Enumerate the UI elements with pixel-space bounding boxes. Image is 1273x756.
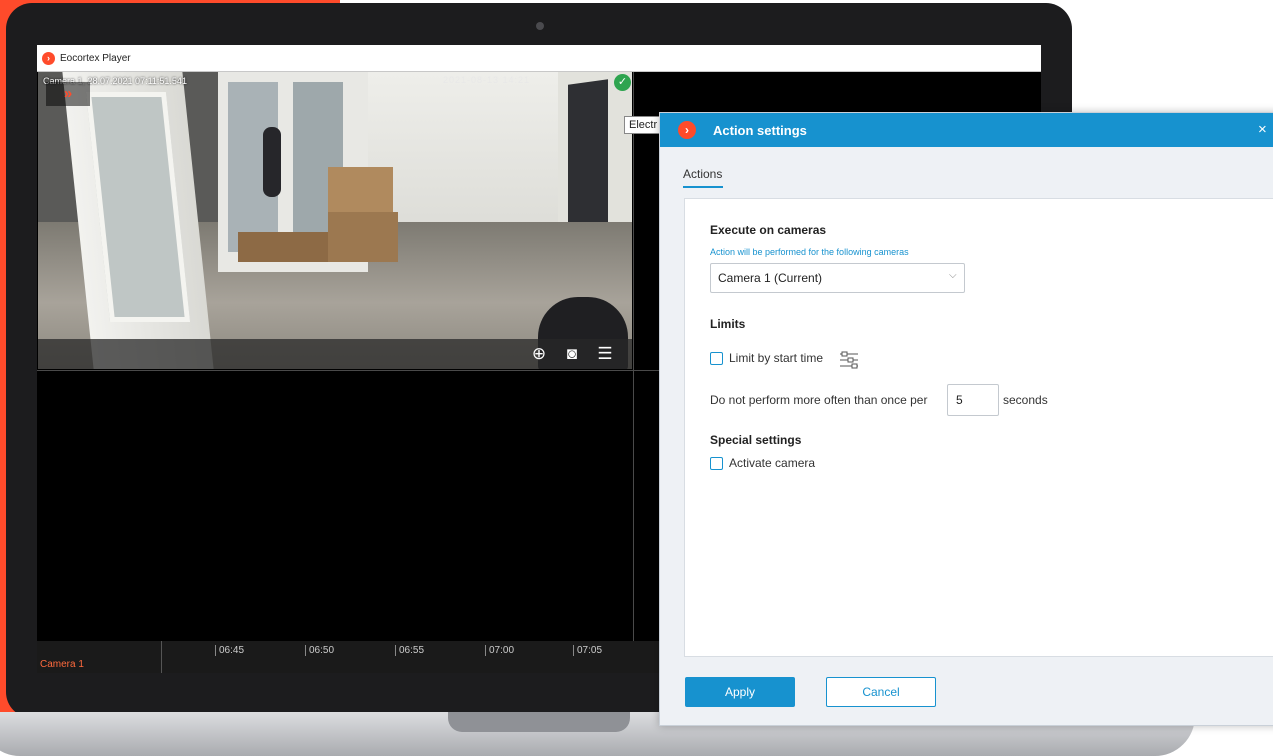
execute-hint: Action will be performed for the followi… [710, 247, 909, 257]
timeline-camera-label[interactable]: Camera 1 [40, 659, 84, 670]
snapshot-icon[interactable]: ◙ [561, 342, 583, 366]
timeline-divider [161, 641, 162, 673]
action-settings-dialog: › Action settings × Actions Execute on c… [659, 112, 1273, 726]
zoom-in-icon[interactable]: ⊕ [528, 342, 550, 366]
scene-cardboard-box [328, 212, 398, 262]
activate-camera-label[interactable]: Activate camera [729, 456, 815, 470]
expand-panel-button[interactable]: » [46, 82, 90, 106]
tab-actions[interactable]: Actions [683, 167, 722, 181]
camera-tooltip: Electr [624, 116, 663, 134]
camera-select[interactable]: Camera 1 (Current) ⌵ [710, 263, 965, 293]
tile-divider-vertical [633, 72, 634, 673]
frequency-value: 5 [956, 393, 963, 407]
frequency-unit: seconds [1003, 393, 1048, 407]
apply-button[interactable]: Apply [685, 677, 795, 707]
close-icon[interactable]: × [1258, 121, 1267, 139]
camera-toolbar: ⊕ ◙ ☰ [38, 339, 632, 369]
timeline-tick: 06:45 [215, 645, 244, 656]
camera-osd-timestamp: 2021-08-13 14:21 [443, 75, 531, 85]
timeline-tick: 06:50 [305, 645, 334, 656]
laptop-webcam [536, 22, 544, 30]
limits-heading: Limits [710, 317, 746, 331]
scene-cardboard-box [328, 167, 393, 212]
frequency-input[interactable]: 5 [947, 384, 999, 416]
schedule-settings-icon[interactable] [838, 349, 860, 371]
tab-active-indicator [683, 186, 723, 188]
eocortex-logo-icon: › [42, 51, 55, 65]
activate-camera-checkbox[interactable] [710, 457, 723, 470]
timeline-tick: 07:05 [573, 645, 602, 656]
special-settings-heading: Special settings [710, 433, 802, 447]
scene-person [263, 127, 281, 197]
timeline-tick: 07:00 [485, 645, 514, 656]
menu-icon[interactable]: ☰ [594, 342, 616, 366]
player-titlebar: › Eocortex Player [37, 45, 1041, 72]
check-circle-icon: ✓ [614, 74, 631, 91]
execute-heading: Execute on cameras [710, 223, 827, 237]
scene-desk [238, 232, 328, 262]
dialog-title: Action settings [713, 122, 807, 138]
limit-by-start-time-checkbox[interactable] [710, 352, 723, 365]
player-window-title: Eocortex Player [60, 52, 131, 64]
limit-by-start-time-label[interactable]: Limit by start time [729, 351, 823, 365]
frequency-label: Do not perform more often than once per [710, 393, 928, 407]
camera-select-value: Camera 1 (Current) [718, 271, 823, 285]
laptop-base-notch [448, 712, 630, 732]
chevron-down-icon: ⌵ [949, 270, 957, 281]
timeline-tick: 06:55 [395, 645, 424, 656]
settings-panel: Execute on cameras Action will be perfor… [684, 198, 1273, 657]
camera-tile-1[interactable]: Camera 1, 28.07.2021 07:11:51.541 2021-0… [38, 72, 632, 369]
dialog-titlebar: › Action settings [660, 113, 1273, 147]
cancel-button[interactable]: Cancel [826, 677, 936, 707]
eocortex-logo-icon: › [678, 121, 696, 139]
